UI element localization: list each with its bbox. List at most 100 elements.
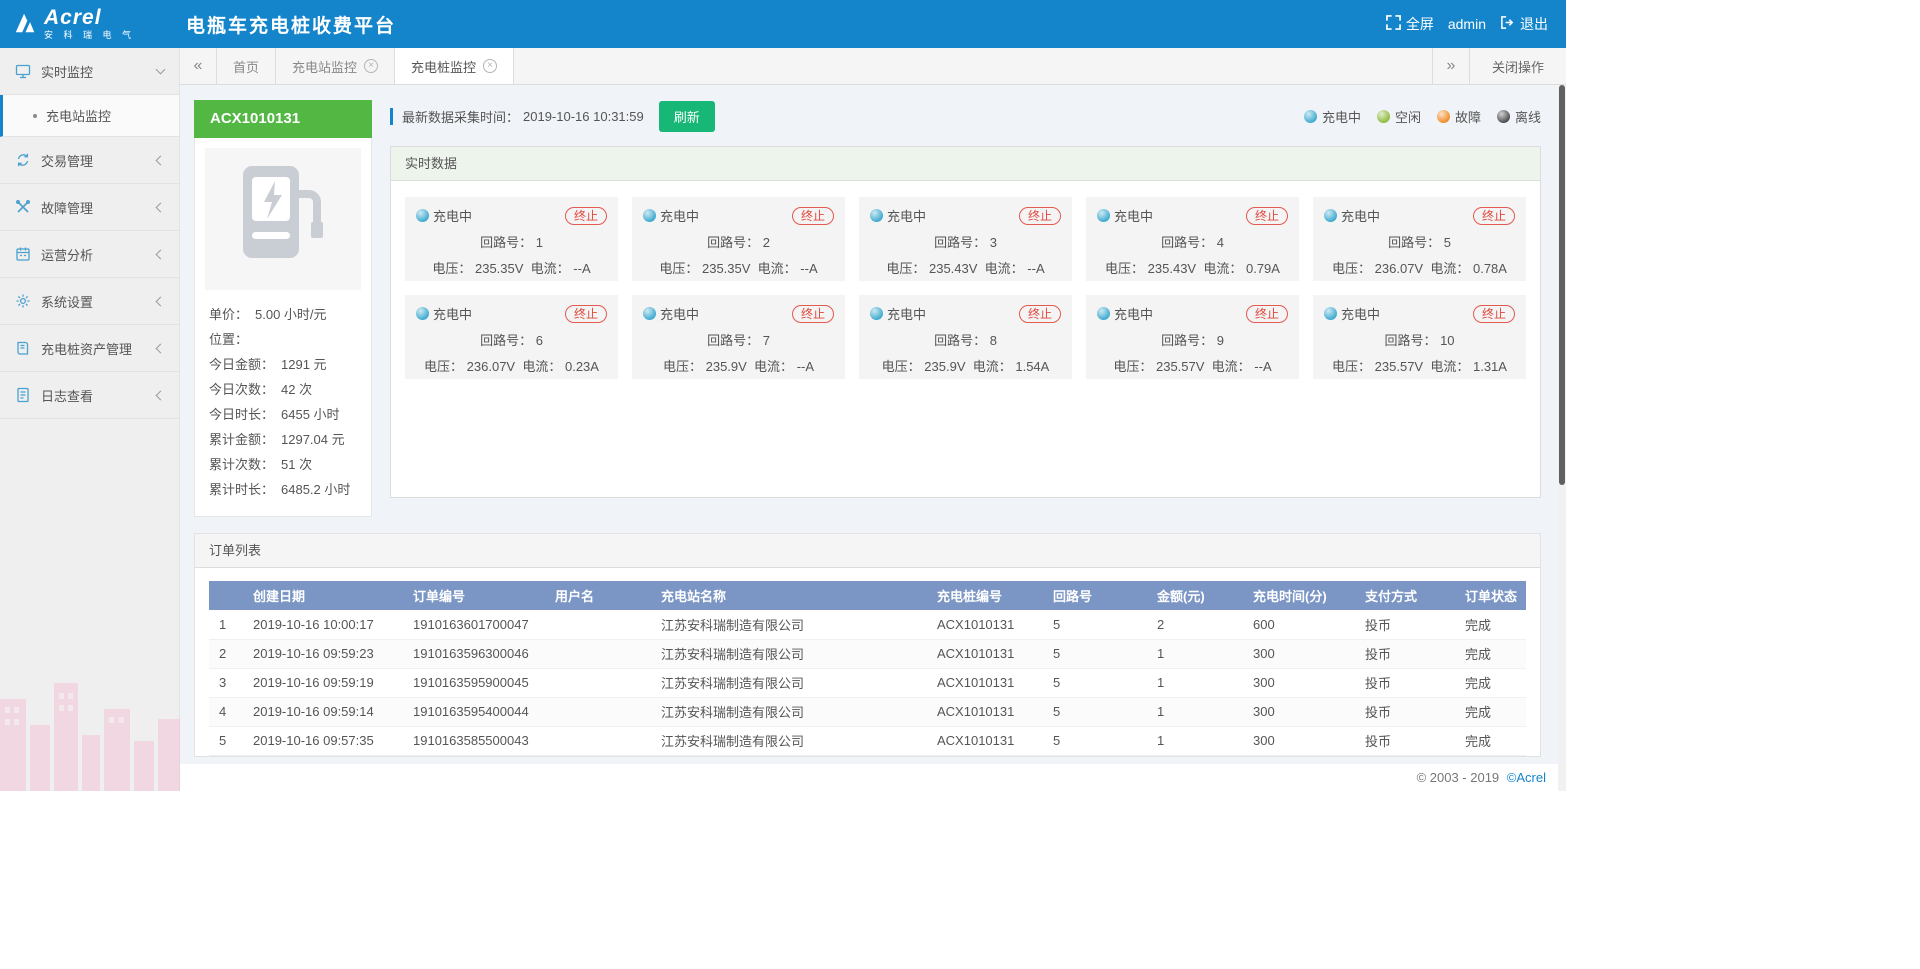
station-stat-line: 今日金额： 1291 元	[205, 352, 361, 377]
terminate-button[interactable]: 终止	[1246, 305, 1288, 323]
refresh-button[interactable]: 刷新	[659, 101, 715, 132]
circuit-number: 3	[990, 235, 997, 250]
legend-item: 空闲	[1377, 107, 1421, 126]
circuit-label: 回路号：	[707, 235, 759, 250]
tabs-scroll-left-button[interactable]: «	[180, 48, 217, 84]
terminate-button[interactable]: 终止	[792, 207, 834, 225]
current-label: 电流：	[1430, 359, 1469, 374]
status-dot-icon	[870, 209, 883, 222]
current-label: 电流：	[1430, 261, 1469, 276]
voltage-value: 235.35V	[475, 261, 523, 276]
order-row[interactable]: 32019-10-16 09:59:191910163595900045江苏安科…	[209, 668, 1526, 697]
voltage-label: 电压：	[424, 359, 463, 374]
close-tab-icon[interactable]: ×	[364, 59, 378, 73]
vertical-scrollbar[interactable]	[1558, 85, 1566, 791]
terminate-button[interactable]: 终止	[565, 207, 607, 225]
sidebar-item-pile-assets[interactable]: 充电桩资产管理	[0, 325, 179, 372]
sidebar-item-analytics[interactable]: 运营分析	[0, 231, 179, 278]
sidebar-item-logs[interactable]: 日志查看	[0, 372, 179, 419]
station-stat-line: 今日次数：42 次	[205, 377, 361, 402]
sidebar-item-settings[interactable]: 系统设置	[0, 278, 179, 325]
legend-label: 充电中	[1322, 107, 1361, 126]
orders-column-header: 金额(元)	[1147, 581, 1243, 610]
order-cell: 投币	[1355, 639, 1455, 668]
chevron-left-icon	[156, 155, 166, 165]
current-value: --A	[800, 261, 817, 276]
order-cell: ACX1010131	[927, 726, 1043, 755]
header-actions: 全屏 admin 退出	[1386, 14, 1566, 34]
stat-label: 累计次数：	[209, 457, 274, 472]
orders-column-header: 支付方式	[1355, 581, 1455, 610]
station-panel: ACX1010131 单价：5.00 小时/元 位置：	[194, 100, 372, 517]
voltage-label: 电压：	[1332, 359, 1371, 374]
order-cell: 5	[1043, 639, 1147, 668]
order-row[interactable]: 52019-10-16 09:57:351910163585500043江苏安科…	[209, 726, 1526, 755]
order-cell: 江苏安科瑞制造有限公司	[651, 726, 927, 755]
tab-bar: « 首页 充电站监控 × 充电桩监控 × » 关闭操作	[180, 48, 1566, 85]
order-row[interactable]: 12019-10-16 10:00:171910163601700047江苏安科…	[209, 610, 1526, 639]
tabs-scroll-right-button[interactable]: »	[1432, 48, 1469, 84]
card-status-label: 充电中	[1114, 304, 1153, 323]
legend-item: 离线	[1497, 107, 1541, 126]
sidebar-item-realtime-monitor[interactable]: 实时监控	[0, 48, 179, 95]
terminate-button[interactable]: 终止	[1473, 207, 1515, 225]
fullscreen-button[interactable]: 全屏	[1386, 14, 1434, 34]
voltage-value: 235.57V	[1375, 359, 1423, 374]
terminate-button[interactable]: 终止	[565, 305, 607, 323]
tab-pile-monitor[interactable]: 充电桩监控 ×	[395, 48, 514, 84]
terminate-button[interactable]: 终止	[1246, 207, 1288, 225]
terminate-button[interactable]: 终止	[1019, 305, 1061, 323]
order-row[interactable]: 22019-10-16 09:59:231910163596300046江苏安科…	[209, 639, 1526, 668]
fullscreen-icon	[1386, 15, 1401, 33]
stat-label: 今日金额：	[209, 357, 274, 372]
status-dot-icon	[1324, 307, 1337, 320]
station-stat-line: 单价：5.00 小时/元	[205, 302, 361, 327]
circuit-label: 回路号：	[480, 235, 532, 250]
scrollbar-thumb[interactable]	[1559, 85, 1565, 485]
stat-label: 累计时长：	[209, 482, 274, 497]
terminate-button[interactable]: 终止	[1019, 207, 1061, 225]
order-cell: 完成	[1455, 668, 1526, 697]
stat-value: 1291 元	[281, 357, 327, 372]
username[interactable]: admin	[1448, 16, 1486, 32]
order-cell: 1	[1147, 639, 1243, 668]
card-meter-line: 电压： 235.57V 电流： --A	[1097, 356, 1288, 375]
voltage-value: 235.43V	[929, 261, 977, 276]
status-dot-icon	[1304, 110, 1317, 123]
footer-brand-link[interactable]: ©Acrel	[1507, 770, 1546, 785]
orders-column-header: 充电桩编号	[927, 581, 1043, 610]
order-cell: 投币	[1355, 610, 1455, 639]
logout-label: 退出	[1520, 14, 1548, 34]
order-cell: 投币	[1355, 668, 1455, 697]
current-label: 电流：	[531, 261, 570, 276]
status-dot-icon	[870, 307, 883, 320]
order-row[interactable]: 42019-10-16 09:59:141910163595400044江苏安科…	[209, 697, 1526, 726]
legend-item: 充电中	[1304, 107, 1361, 126]
order-cell: 1	[1147, 697, 1243, 726]
order-cell	[545, 726, 651, 755]
sidebar-item-faults[interactable]: 故障管理	[0, 184, 179, 231]
order-cell	[545, 610, 651, 639]
tab-station-monitor[interactable]: 充电站监控 ×	[276, 48, 395, 84]
tab-home[interactable]: 首页	[217, 48, 276, 84]
close-tab-icon[interactable]: ×	[483, 59, 497, 73]
voltage-label: 电压：	[882, 359, 921, 374]
logout-button[interactable]: 退出	[1500, 14, 1548, 34]
card-status-row: 充电中 终止	[416, 206, 607, 225]
charging-circuit-card: 充电中 终止 回路号： 1 电压： 235.35V 电流： --A	[405, 197, 618, 281]
sidebar-item-transactions[interactable]: 交易管理	[0, 137, 179, 184]
close-operations-button[interactable]: 关闭操作	[1469, 48, 1566, 84]
order-cell: 2019-10-16 09:59:14	[243, 697, 403, 726]
stat-value: 6455 小时	[281, 407, 340, 422]
circuit-label: 回路号：	[480, 333, 532, 348]
terminate-button[interactable]: 终止	[792, 305, 834, 323]
terminate-button[interactable]: 终止	[1473, 305, 1515, 323]
sidebar-item-station-monitor[interactable]: 充电站监控	[0, 95, 179, 137]
card-meter-line: 电压： 235.9V 电流： 1.54A	[870, 356, 1061, 375]
station-stat-line: 累计金额：1297.04 元	[205, 427, 361, 452]
orders-column-header: 订单状态	[1455, 581, 1526, 610]
card-circuit-line: 回路号： 4	[1097, 232, 1288, 251]
card-status-row: 充电中 终止	[1324, 206, 1515, 225]
card-status-label: 充电中	[887, 206, 926, 225]
order-cell: 1910163596300046	[403, 639, 545, 668]
